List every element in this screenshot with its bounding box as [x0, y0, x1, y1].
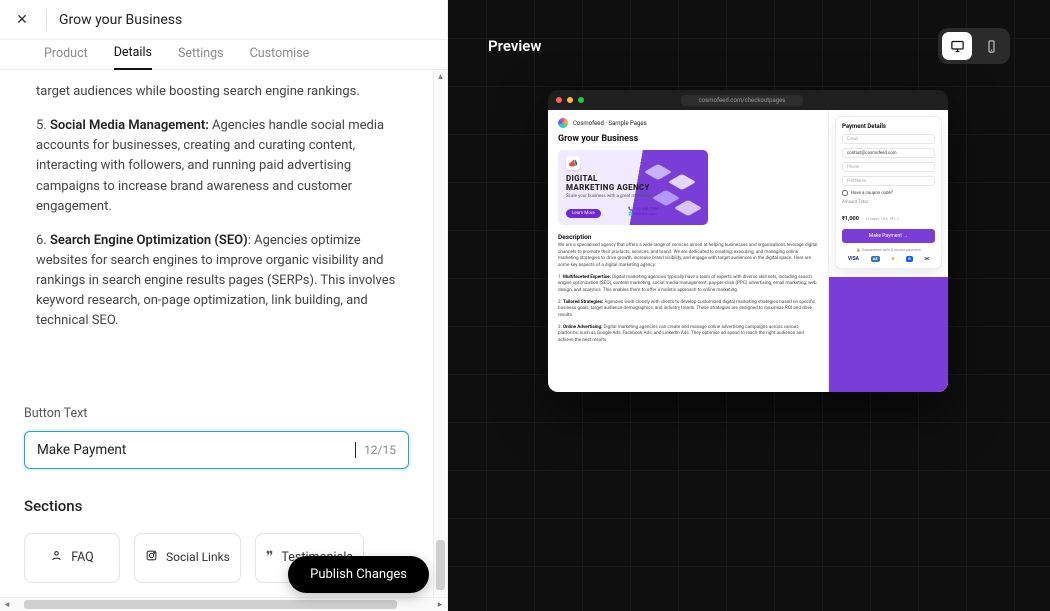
tab-settings[interactable]: Settings [178, 46, 224, 69]
body-partial-line: target audiences while boosting search e… [36, 82, 409, 102]
section-card-label: Social Links [166, 551, 230, 565]
body-point-6: 6. Search Engine Optimization (SEO): Age… [36, 231, 409, 332]
text-caret [355, 442, 356, 458]
device-toggle [938, 28, 1010, 64]
page-title: Grow your Business [59, 12, 182, 28]
preview-sidebar: Payment Details Email contact@cosmofeed.… [828, 110, 948, 392]
browser-chrome: cosmofeed.com/checkoutpages [548, 90, 948, 110]
char-count: 12/15 [364, 443, 396, 457]
visa-logo: VISA [848, 256, 859, 262]
coupon-checkbox [842, 190, 848, 196]
body-point-5: 5. Social Media Management: Agencies han… [36, 116, 409, 217]
desktop-icon [950, 39, 965, 54]
scroll-right-icon[interactable]: ▸ [433, 600, 447, 610]
tab-details[interactable]: Details [114, 45, 152, 70]
amex-logo: AE [871, 256, 880, 262]
description-item: 2. Tailored Strategies: Agencies work cl… [558, 300, 818, 320]
rupay-logo: R [906, 256, 913, 262]
mobile-view-button[interactable] [976, 32, 1006, 60]
desktop-view-button[interactable] [942, 32, 972, 60]
mobile-icon [984, 39, 999, 54]
payment-title: Payment Details [842, 123, 935, 130]
coupon-row: Have a coupon code? [842, 190, 935, 196]
tab-product[interactable]: Product [44, 46, 88, 69]
payment-phone: Phone [842, 162, 935, 172]
scroll-left-icon[interactable]: ◂ [0, 600, 14, 610]
description-item: 3. Online Advertising: Digital marketing… [558, 325, 818, 345]
hscroll-thumb[interactable] [24, 600, 397, 609]
description-heading: Description [558, 233, 818, 241]
window-min-dot [567, 97, 573, 103]
payment-card: Payment Details Email contact@cosmofeed.… [835, 116, 942, 269]
section-card-label: FAQ [71, 550, 94, 565]
section-card-social[interactable]: Social Links [134, 533, 241, 583]
hero-badge-icon: 📣 [566, 156, 580, 170]
paypal-logo: ⫘ [925, 256, 930, 262]
card-logos: VISA AE ●● R ⫘ [842, 256, 935, 262]
mastercard-logo: ●● [891, 256, 894, 262]
brand-logo [558, 118, 568, 128]
quote-icon: ❞ [266, 549, 274, 566]
secure-note: 🔒 Guaranteed safe & secure payment [842, 247, 935, 252]
close-icon[interactable]: ✕ [10, 8, 34, 32]
hero-banner: 📣 DIGITALMARKETING AGENCY Scale your bus… [558, 150, 708, 225]
hero-cta: Learn More [566, 209, 601, 218]
browser-url: cosmofeed.com/checkoutpages [681, 95, 804, 106]
amount-note: (+ taxes 18%, +₹1..) [866, 216, 899, 221]
payment-email-value: contact@cosmofeed.com [842, 148, 935, 158]
payment-email-label: Email [842, 134, 935, 144]
link-icon [145, 549, 158, 566]
button-text-input[interactable]: Make Payment 12/15 [24, 431, 409, 469]
amount-value: ₹1,000 [842, 216, 859, 222]
description-intro: We are a specialised agency that offers … [558, 243, 818, 270]
preview-page: Cosmofeed · Sample Pages Grow your Busin… [548, 110, 828, 392]
section-card-faq[interactable]: FAQ [24, 533, 120, 583]
publish-button[interactable]: Publish Changes [288, 556, 429, 593]
button-text-value[interactable]: Make Payment [37, 442, 356, 458]
tab-bar: Product Details Settings Customise [0, 40, 447, 70]
horizontal-scrollbar[interactable]: ◂ ▸ [0, 597, 447, 611]
sections-heading: Sections [24, 497, 409, 515]
description-item: 1. Multifaceted Expertise: Digital marke… [558, 275, 818, 295]
window-close-dot [556, 97, 562, 103]
preview-make-payment-button: Make Payment → [842, 229, 935, 243]
vertical-scrollbar[interactable]: ▴ ▾ [433, 70, 447, 611]
window-max-dot [578, 97, 584, 103]
description-editor[interactable]: target audiences while boosting search e… [0, 70, 433, 356]
preview-heading: Preview [488, 37, 541, 55]
brand-name: Cosmofeed · Sample Pages [573, 120, 647, 127]
tab-customise[interactable]: Customise [250, 46, 310, 69]
button-text-label: Button Text [24, 406, 409, 421]
payment-fullname: Full Name [842, 176, 935, 186]
preview-window: cosmofeed.com/checkoutpages Cosmofeed · … [548, 90, 948, 392]
sidebar-purple-bg [829, 277, 948, 392]
scroll-up-icon[interactable]: ▴ [434, 70, 447, 84]
scroll-thumb[interactable] [436, 540, 445, 590]
person-icon [50, 549, 63, 566]
preview-page-title: Grow your Business [558, 134, 818, 144]
divider [46, 9, 47, 31]
